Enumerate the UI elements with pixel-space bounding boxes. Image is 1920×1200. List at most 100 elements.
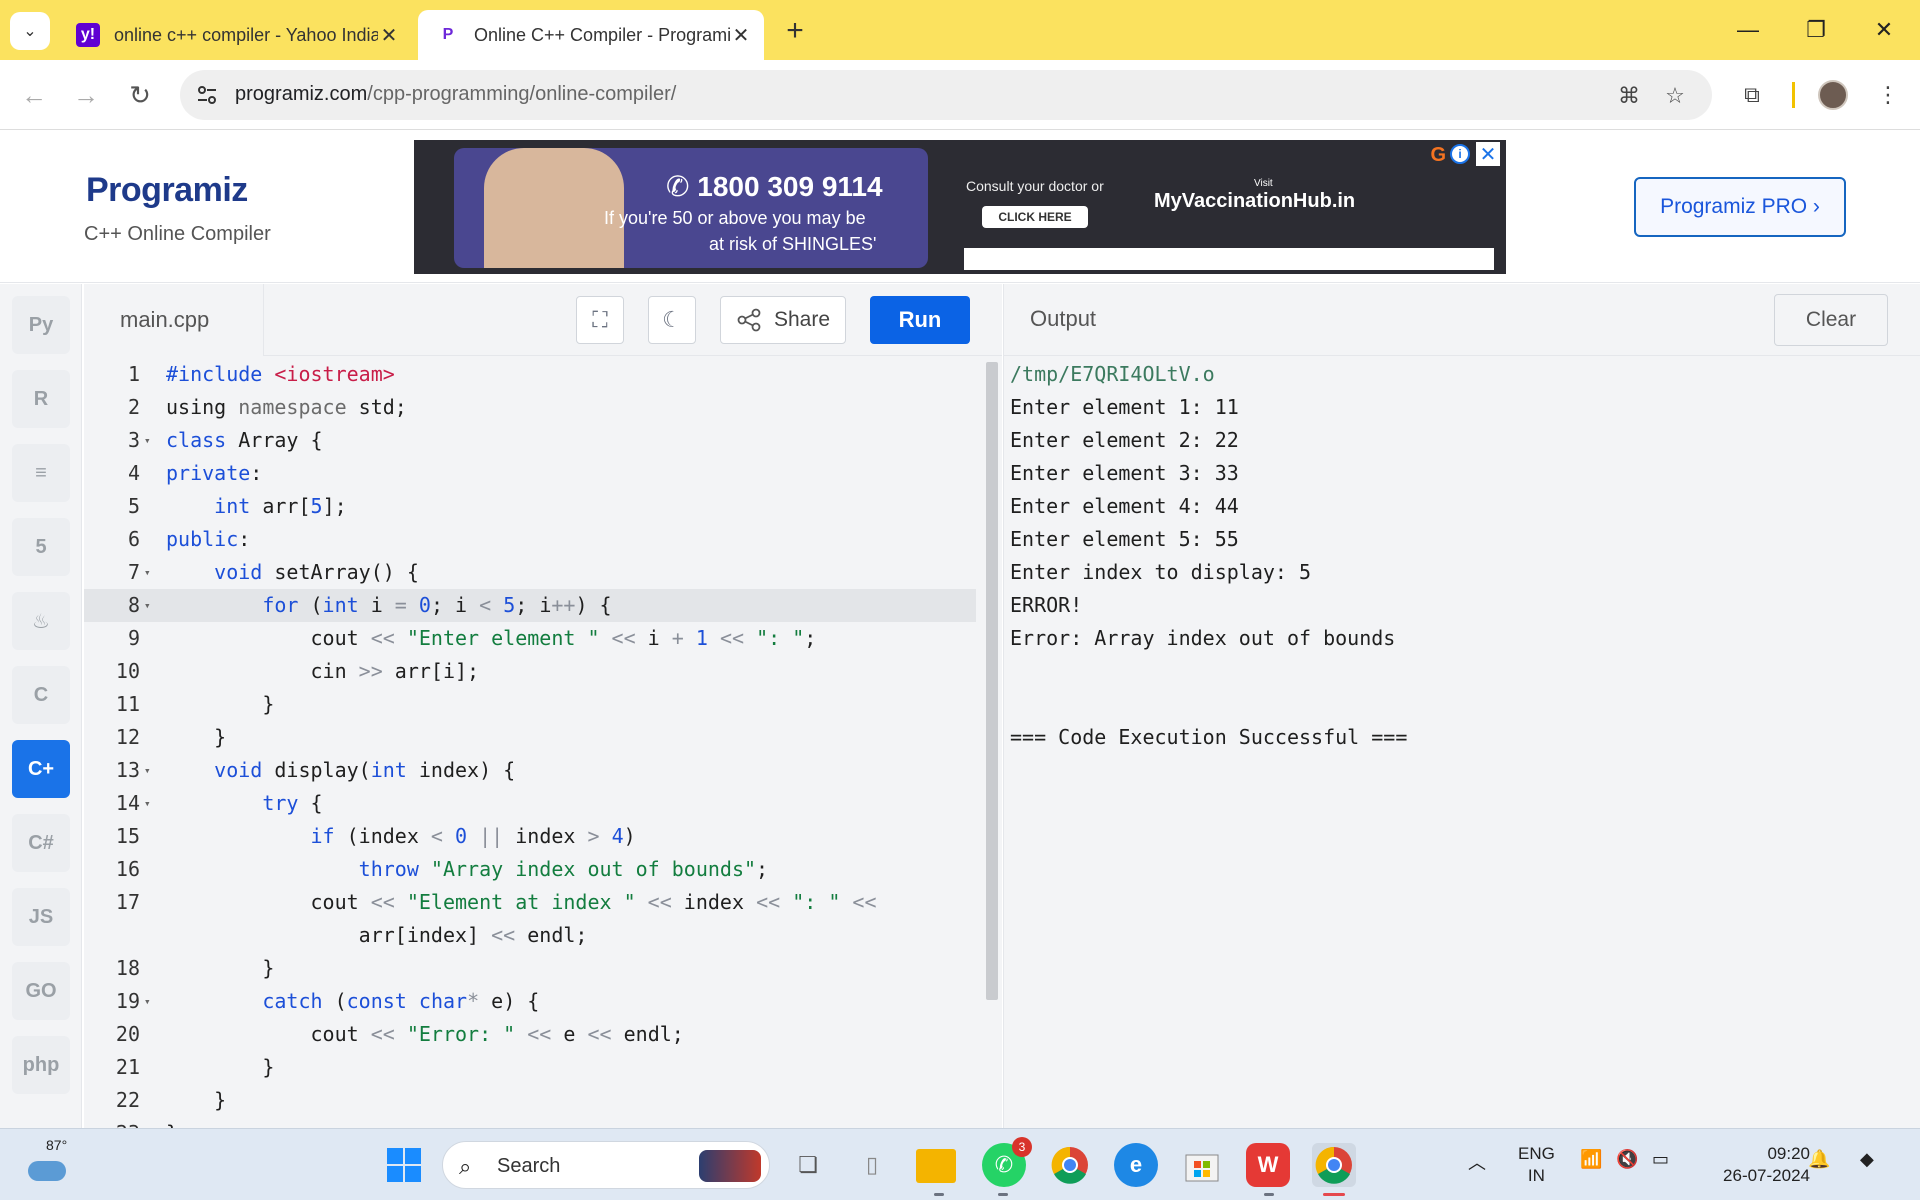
forward-button[interactable]: → bbox=[66, 75, 106, 115]
code-line[interactable]: 6 public: bbox=[84, 523, 976, 556]
fold-arrow-icon[interactable]: ▾ bbox=[144, 589, 158, 622]
advertisement-banner[interactable]: ✆ 1800 309 9114 If you're 50 or above yo… bbox=[414, 140, 1506, 274]
code-text: private: bbox=[166, 461, 263, 485]
code-line[interactable]: 8 ▾ for (int i = 0; i < 5; i++) { bbox=[84, 589, 976, 622]
reload-button[interactable]: ↻ bbox=[120, 75, 160, 115]
line-number: 13 bbox=[115, 758, 140, 782]
restore-button[interactable]: ❐ bbox=[1796, 10, 1836, 50]
run-button[interactable]: Run bbox=[870, 296, 970, 344]
code-line[interactable]: 11 } bbox=[84, 688, 976, 721]
line-number: 6 bbox=[127, 527, 140, 551]
wifi-icon[interactable]: 📶 bbox=[1580, 1149, 1602, 1170]
chrome-profile-icon[interactable] bbox=[1312, 1143, 1356, 1187]
fold-arrow-icon[interactable]: ▾ bbox=[144, 985, 158, 1018]
minimize-button[interactable]: — bbox=[1728, 10, 1768, 50]
speaker-muted-icon[interactable]: 🔇 bbox=[1616, 1149, 1638, 1170]
extensions-icon[interactable]: ⧉ bbox=[1732, 75, 1772, 115]
code-line[interactable]: 23}; bbox=[84, 1117, 976, 1128]
tab-search-button[interactable]: ⌄ bbox=[10, 12, 50, 50]
sidebar-lang-go[interactable]: GO bbox=[12, 962, 70, 1020]
back-button[interactable]: ← bbox=[14, 75, 54, 115]
input-language-indicator[interactable]: ENG IN bbox=[1518, 1143, 1555, 1187]
dark-mode-button[interactable]: ☾ bbox=[648, 296, 696, 344]
code-line[interactable]: 9 cout << "Enter element " << i + 1 << "… bbox=[84, 622, 976, 655]
code-line[interactable]: 21 } bbox=[84, 1051, 976, 1084]
notepad-icon[interactable]: ▯ bbox=[850, 1143, 894, 1187]
sidebar-lang-cpp[interactable]: C+ bbox=[12, 740, 70, 798]
code-line[interactable]: 10 cin >> arr[i]; bbox=[84, 655, 976, 688]
programiz-logo[interactable]: Programiz bbox=[86, 171, 248, 210]
clear-button[interactable]: Clear bbox=[1774, 294, 1888, 346]
code-line[interactable]: 2 using namespace std; bbox=[84, 391, 976, 424]
sidebar-lang-java[interactable]: ♨ bbox=[12, 592, 70, 650]
fold-arrow-icon[interactable]: ▾ bbox=[144, 556, 158, 589]
browser-tab-programiz[interactable]: P Online C++ Compiler - Programiz ✕ bbox=[418, 10, 764, 60]
file-tab-main-cpp[interactable]: main.cpp bbox=[84, 284, 264, 356]
browser-tab-yahoo[interactable]: y! online c++ compiler - Yahoo India ✕ bbox=[58, 10, 412, 60]
fold-arrow-icon[interactable]: ▾ bbox=[144, 754, 158, 787]
translate-icon[interactable]: ⌘ bbox=[1616, 83, 1642, 109]
bookmark-star-icon[interactable]: ☆ bbox=[1662, 83, 1688, 109]
sidebar-lang-sql[interactable]: ≡ bbox=[12, 444, 70, 502]
chevron-up-icon[interactable]: ︿ bbox=[1468, 1149, 1486, 1175]
code-line[interactable]: 3 ▾ class Array { bbox=[84, 424, 976, 457]
ad-close-icon[interactable]: ✕ bbox=[1476, 142, 1500, 166]
start-button[interactable] bbox=[382, 1143, 426, 1187]
site-settings-icon[interactable] bbox=[194, 82, 220, 108]
code-line[interactable]: 19 ▾ catch (const char* e) { bbox=[84, 985, 976, 1018]
programiz-pro-button[interactable]: Programiz PRO › bbox=[1634, 177, 1846, 237]
battery-icon[interactable]: ▭ bbox=[1652, 1149, 1669, 1170]
code-line[interactable]: 12 } bbox=[84, 721, 976, 754]
more-menu-icon[interactable]: ⋮ bbox=[1868, 75, 1908, 115]
code-editor[interactable]: 1 #include <iostream> 2 using namespace std… bbox=[84, 356, 1002, 1128]
fold-arrow-icon[interactable]: ▾ bbox=[144, 787, 158, 820]
ad-info-icon[interactable]: i bbox=[1450, 144, 1470, 164]
share-button[interactable]: Share bbox=[720, 296, 846, 344]
code-line[interactable]: 22 } bbox=[84, 1084, 976, 1117]
code-line[interactable]: 13 ▾ void display(int index) { bbox=[84, 754, 976, 787]
code-line[interactable]: 5 int arr[5]; bbox=[84, 490, 976, 523]
code-line[interactable]: 14 ▾ try { bbox=[84, 787, 976, 820]
notification-bell-icon[interactable]: 🔔 bbox=[1808, 1149, 1830, 1170]
system-clock[interactable]: 09:20 26-07-2024 bbox=[1720, 1143, 1810, 1187]
code-line[interactable]: 7 ▾ void setArray() { bbox=[84, 556, 976, 589]
ad-click-here-button[interactable]: CLICK HERE bbox=[982, 206, 1088, 228]
sidebar-lang-html[interactable]: 5 bbox=[12, 518, 70, 576]
fullscreen-button[interactable]: ⛶ bbox=[576, 296, 624, 344]
profile-avatar[interactable] bbox=[1818, 80, 1848, 110]
close-icon[interactable]: ✕ bbox=[730, 24, 752, 47]
code-line[interactable]: 17 cout << "Element at index " << index … bbox=[84, 886, 976, 919]
page-header: Programiz C++ Online Compiler ✆ 1800 309… bbox=[0, 131, 1920, 283]
close-icon[interactable]: ✕ bbox=[378, 24, 400, 47]
edge-icon[interactable]: e bbox=[1114, 1143, 1158, 1187]
sidebar-lang-csharp[interactable]: C# bbox=[12, 814, 70, 872]
sidebar-lang-php[interactable]: php bbox=[12, 1036, 70, 1094]
editor-scrollbar[interactable] bbox=[986, 362, 998, 1000]
code-line[interactable]: 18 } bbox=[84, 952, 976, 985]
sidebar-lang-c[interactable]: C bbox=[12, 666, 70, 724]
line-number: 17 bbox=[115, 890, 140, 914]
close-window-button[interactable]: ✕ bbox=[1864, 10, 1904, 50]
code-line[interactable]: arr[index] << endl; bbox=[84, 919, 976, 952]
fold-arrow-icon[interactable]: ▾ bbox=[144, 424, 158, 457]
code-line[interactable]: 15 if (index < 0 || index > 4) bbox=[84, 820, 976, 853]
address-bar[interactable]: programiz.com/cpp-programming/online-com… bbox=[180, 70, 1712, 120]
sidebar-lang-r[interactable]: R bbox=[12, 370, 70, 428]
chrome-icon[interactable] bbox=[1048, 1143, 1092, 1187]
code-line[interactable]: 16 throw "Array index out of bounds"; bbox=[84, 853, 976, 886]
code-line[interactable]: 1 #include <iostream> bbox=[84, 358, 976, 391]
weather-widget[interactable]: 87° bbox=[26, 1137, 76, 1189]
sidebar-lang-js[interactable]: JS bbox=[12, 888, 70, 946]
wps-office-icon[interactable]: W bbox=[1246, 1143, 1290, 1187]
new-tab-button[interactable]: + bbox=[778, 14, 812, 48]
programiz-icon: P bbox=[442, 26, 454, 43]
taskbar-search[interactable]: ⌕ Search bbox=[442, 1141, 770, 1189]
copilot-icon[interactable]: ◆ bbox=[1860, 1149, 1874, 1170]
sidebar-lang-python[interactable]: Py bbox=[12, 296, 70, 354]
file-explorer-icon[interactable] bbox=[916, 1149, 956, 1183]
task-view-icon[interactable]: ❏ bbox=[786, 1143, 830, 1187]
running-indicator bbox=[1264, 1193, 1274, 1196]
microsoft-store-icon[interactable] bbox=[1180, 1143, 1224, 1187]
code-line[interactable]: 4 private: bbox=[84, 457, 976, 490]
code-line[interactable]: 20 cout << "Error: " << e << endl; bbox=[84, 1018, 976, 1051]
